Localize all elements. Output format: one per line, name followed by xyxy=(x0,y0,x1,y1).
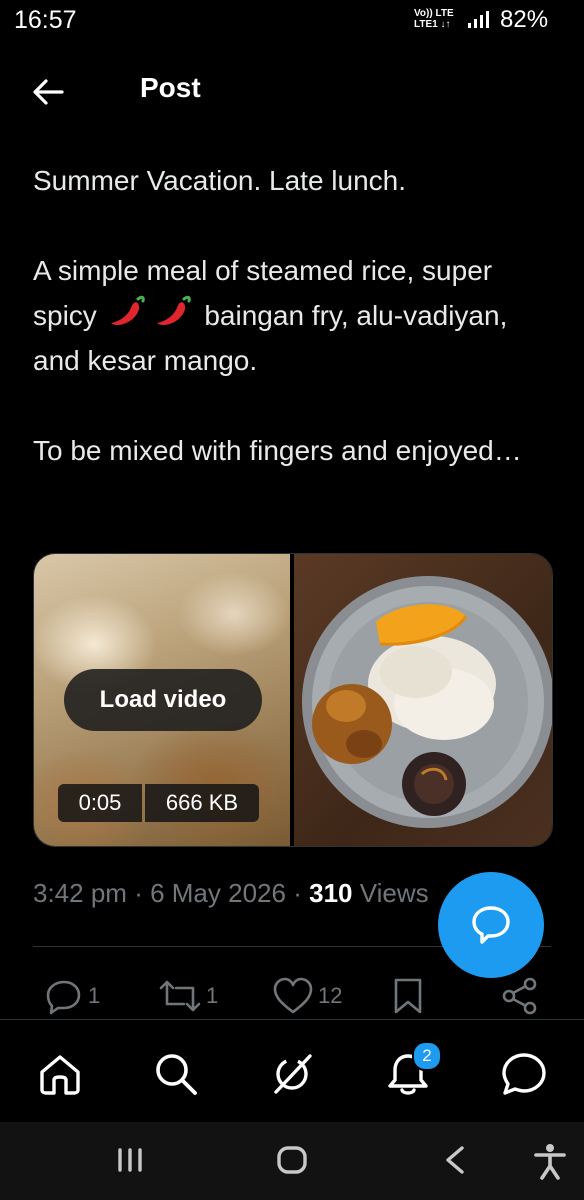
repost-icon xyxy=(159,980,201,1012)
status-bar: 16:57 Vo)) LTE LTE1 ↓↑ 82% xyxy=(0,0,584,40)
search-icon[interactable] xyxy=(152,1050,200,1098)
post-line-3: To be mixed with fingers and enjoyed… xyxy=(33,435,522,466)
like-button[interactable]: 12 xyxy=(272,976,342,1016)
post-line-2-end: baingan fry, alu-vadiyan, and kesar mang… xyxy=(33,300,508,376)
chili-pepper-icon xyxy=(156,295,191,326)
chili-pepper-icon xyxy=(110,295,145,326)
reply-button[interactable]: 1 xyxy=(44,976,100,1016)
share-button[interactable] xyxy=(500,976,540,1016)
back-icon[interactable] xyxy=(440,1142,470,1178)
views-label[interactable]: Views xyxy=(360,878,429,908)
battery-level: 82% xyxy=(500,6,549,33)
share-icon xyxy=(502,977,537,1015)
reply-count: 1 xyxy=(88,983,101,1008)
meta-separator: · xyxy=(134,878,143,908)
back-arrow-icon[interactable] xyxy=(30,74,66,110)
grok-icon[interactable] xyxy=(268,1050,316,1098)
system-nav-bar xyxy=(0,1122,584,1200)
home-button-icon[interactable] xyxy=(274,1142,310,1178)
signal-icon xyxy=(468,11,489,28)
notification-badge: 2 xyxy=(412,1041,442,1071)
reply-fab-button[interactable] xyxy=(438,872,544,978)
recent-apps-icon[interactable] xyxy=(114,1142,146,1178)
views-count[interactable]: 310 xyxy=(309,878,352,908)
repost-button[interactable]: 1 xyxy=(158,976,218,1016)
video-duration: 0:05 xyxy=(58,784,142,822)
reply-icon xyxy=(46,980,81,1015)
post-date: 6 May 2026 xyxy=(150,878,286,908)
media-grid: Load video 0:05 666 KB xyxy=(33,553,553,847)
post-meta: 3:42 pm · 6 May 2026 · 310 Views xyxy=(33,878,429,909)
page-title: Post xyxy=(140,72,201,103)
post-line-2: A simple meal of steamed rice, super spi… xyxy=(33,248,553,383)
messages-icon[interactable] xyxy=(500,1050,548,1098)
post-header: Post xyxy=(0,40,584,140)
post-text: Summer Vacation. Late lunch. A simple me… xyxy=(33,158,553,473)
post-time: 3:42 pm xyxy=(33,878,127,908)
like-count: 12 xyxy=(318,983,343,1008)
network-bottom: LTE1 ↓↑ xyxy=(414,19,451,30)
video-thumbnail[interactable]: Load video 0:05 666 KB xyxy=(34,554,290,846)
status-time: 16:57 xyxy=(14,6,77,34)
network-top: Vo)) LTE xyxy=(414,8,454,19)
heart-icon xyxy=(273,977,313,1014)
bookmark-button[interactable] xyxy=(388,976,428,1016)
meta-separator: · xyxy=(293,878,302,908)
meal-plate-image xyxy=(302,576,552,828)
home-icon[interactable] xyxy=(36,1050,84,1098)
bottom-nav xyxy=(0,1020,584,1122)
video-size: 666 KB xyxy=(145,784,259,822)
post-line-1: Summer Vacation. Late lunch. xyxy=(33,165,407,196)
repost-count: 1 xyxy=(206,983,219,1008)
chat-bubble-icon xyxy=(472,906,510,944)
food-photo[interactable] xyxy=(294,554,552,846)
load-video-button[interactable]: Load video xyxy=(64,669,262,731)
accessibility-icon[interactable] xyxy=(532,1142,568,1180)
network-indicator: Vo)) LTE LTE1 ↓↑ xyxy=(414,8,454,30)
bookmark-icon xyxy=(394,978,422,1014)
